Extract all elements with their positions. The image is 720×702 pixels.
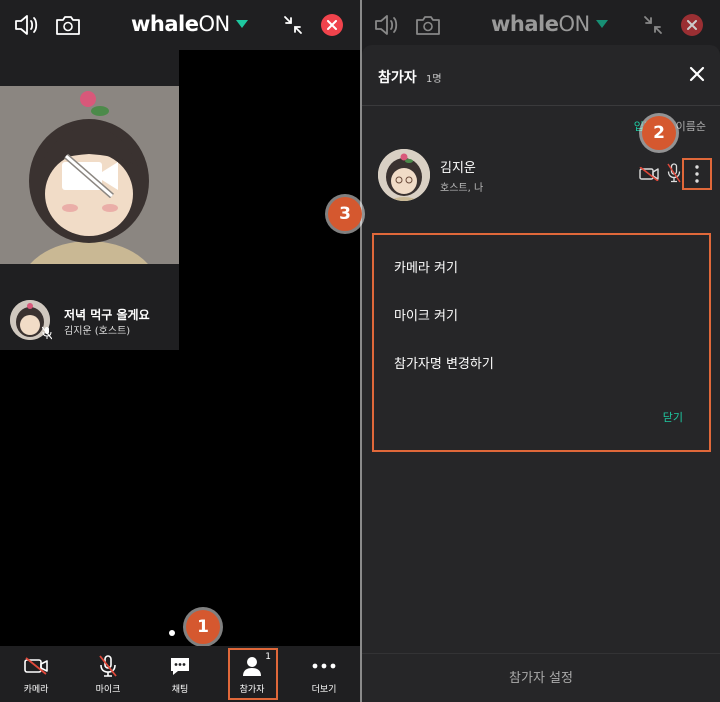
bottom-toolbar: 카메라 마이크 채팅 1 참가자 더보기 xyxy=(0,646,360,702)
camera-switch-icon[interactable] xyxy=(54,11,82,39)
left-screen: whale ON 저녁 먹구 올게요 김지운 (호스트) 1 카메라 마이크 채… xyxy=(0,0,360,702)
participant-name: 김지운 xyxy=(440,161,476,176)
menu-close-button[interactable]: 닫기 xyxy=(663,409,683,425)
divider xyxy=(362,653,720,654)
participant-settings-button[interactable]: 참가자 설정 xyxy=(362,667,720,686)
chat-icon xyxy=(169,655,191,677)
whaleon-logo: whale ON xyxy=(131,12,248,36)
camera-switch-icon[interactable] xyxy=(414,11,442,39)
minimize-icon[interactable] xyxy=(639,11,667,39)
avatar xyxy=(378,149,430,201)
whaleon-logo: whale ON xyxy=(491,12,608,36)
top-bar: whale ON xyxy=(0,0,360,50)
tile-subtitle: 김지운 (호스트) xyxy=(64,326,131,337)
camera-off-icon xyxy=(639,166,659,185)
page-indicator-dot xyxy=(169,630,175,636)
annotation-badge-3: 3 xyxy=(328,197,362,231)
annotation-badge-1: 1 xyxy=(186,610,220,644)
logo-suffix: ON xyxy=(558,12,590,36)
logo-main: whale xyxy=(491,12,559,36)
more-horizontal-icon xyxy=(312,655,336,677)
toolbar-more-label: 더보기 xyxy=(311,685,337,695)
logo-dropdown-icon[interactable] xyxy=(235,20,248,28)
close-icon xyxy=(321,14,343,36)
exit-button[interactable] xyxy=(678,11,706,39)
toolbar-chat-label: 채팅 xyxy=(171,685,189,695)
exit-button[interactable] xyxy=(318,11,346,39)
menu-item-mic-on[interactable]: 마이크 켜기 xyxy=(394,305,458,324)
close-icon xyxy=(681,14,703,36)
logo-suffix: ON xyxy=(198,12,230,36)
toolbar-camera-label: 카메라 xyxy=(23,685,49,695)
divider xyxy=(362,105,720,106)
toolbar-mic-label: 마이크 xyxy=(95,685,121,695)
right-screen: whaleON 참가자 1명 입장순·이름순 김지운 호스트, 나 xyxy=(328,0,720,702)
toolbar-mic-button[interactable]: 마이크 xyxy=(78,646,138,702)
mic-off-icon xyxy=(667,163,681,187)
camera-off-icon xyxy=(24,655,48,677)
menu-item-camera-on[interactable]: 카메라 켜기 xyxy=(394,257,458,276)
participant-role: 호스트, 나 xyxy=(440,183,484,194)
top-bar: whale ON xyxy=(362,0,720,50)
minimize-icon[interactable] xyxy=(279,11,307,39)
highlight-more-options xyxy=(682,158,712,190)
participant-menu: 카메라 켜기 마이크 켜기 참가자명 변경하기 닫기 xyxy=(372,233,711,452)
speaker-icon[interactable] xyxy=(373,11,401,39)
highlight-participants xyxy=(228,648,278,700)
sort-by-name[interactable]: 이름순 xyxy=(676,120,706,133)
sheet-title: 참가자 xyxy=(378,70,417,86)
tile-title: 저녁 먹구 올게요 xyxy=(64,308,150,322)
tile-info: 저녁 먹구 올게요 김지운 (호스트) xyxy=(0,290,179,350)
mic-off-icon xyxy=(41,325,53,344)
toolbar-chat-button[interactable]: 채팅 xyxy=(150,646,210,702)
logo-main: whale xyxy=(131,12,199,36)
video-preview xyxy=(0,86,179,264)
logo-dropdown-icon[interactable] xyxy=(595,20,608,28)
video-tile[interactable]: 저녁 먹구 올게요 김지운 (호스트) xyxy=(0,50,179,350)
participant-count: 1명 xyxy=(426,74,442,85)
toolbar-camera-button[interactable]: 카메라 xyxy=(6,646,66,702)
toolbar-more-button[interactable]: 더보기 xyxy=(294,646,354,702)
menu-item-rename[interactable]: 참가자명 변경하기 xyxy=(394,353,494,372)
annotation-badge-2: 2 xyxy=(642,116,676,150)
mic-off-icon xyxy=(99,655,117,677)
close-icon[interactable] xyxy=(688,65,706,83)
speaker-icon[interactable] xyxy=(13,11,41,39)
camera-off-icon xyxy=(60,153,120,202)
